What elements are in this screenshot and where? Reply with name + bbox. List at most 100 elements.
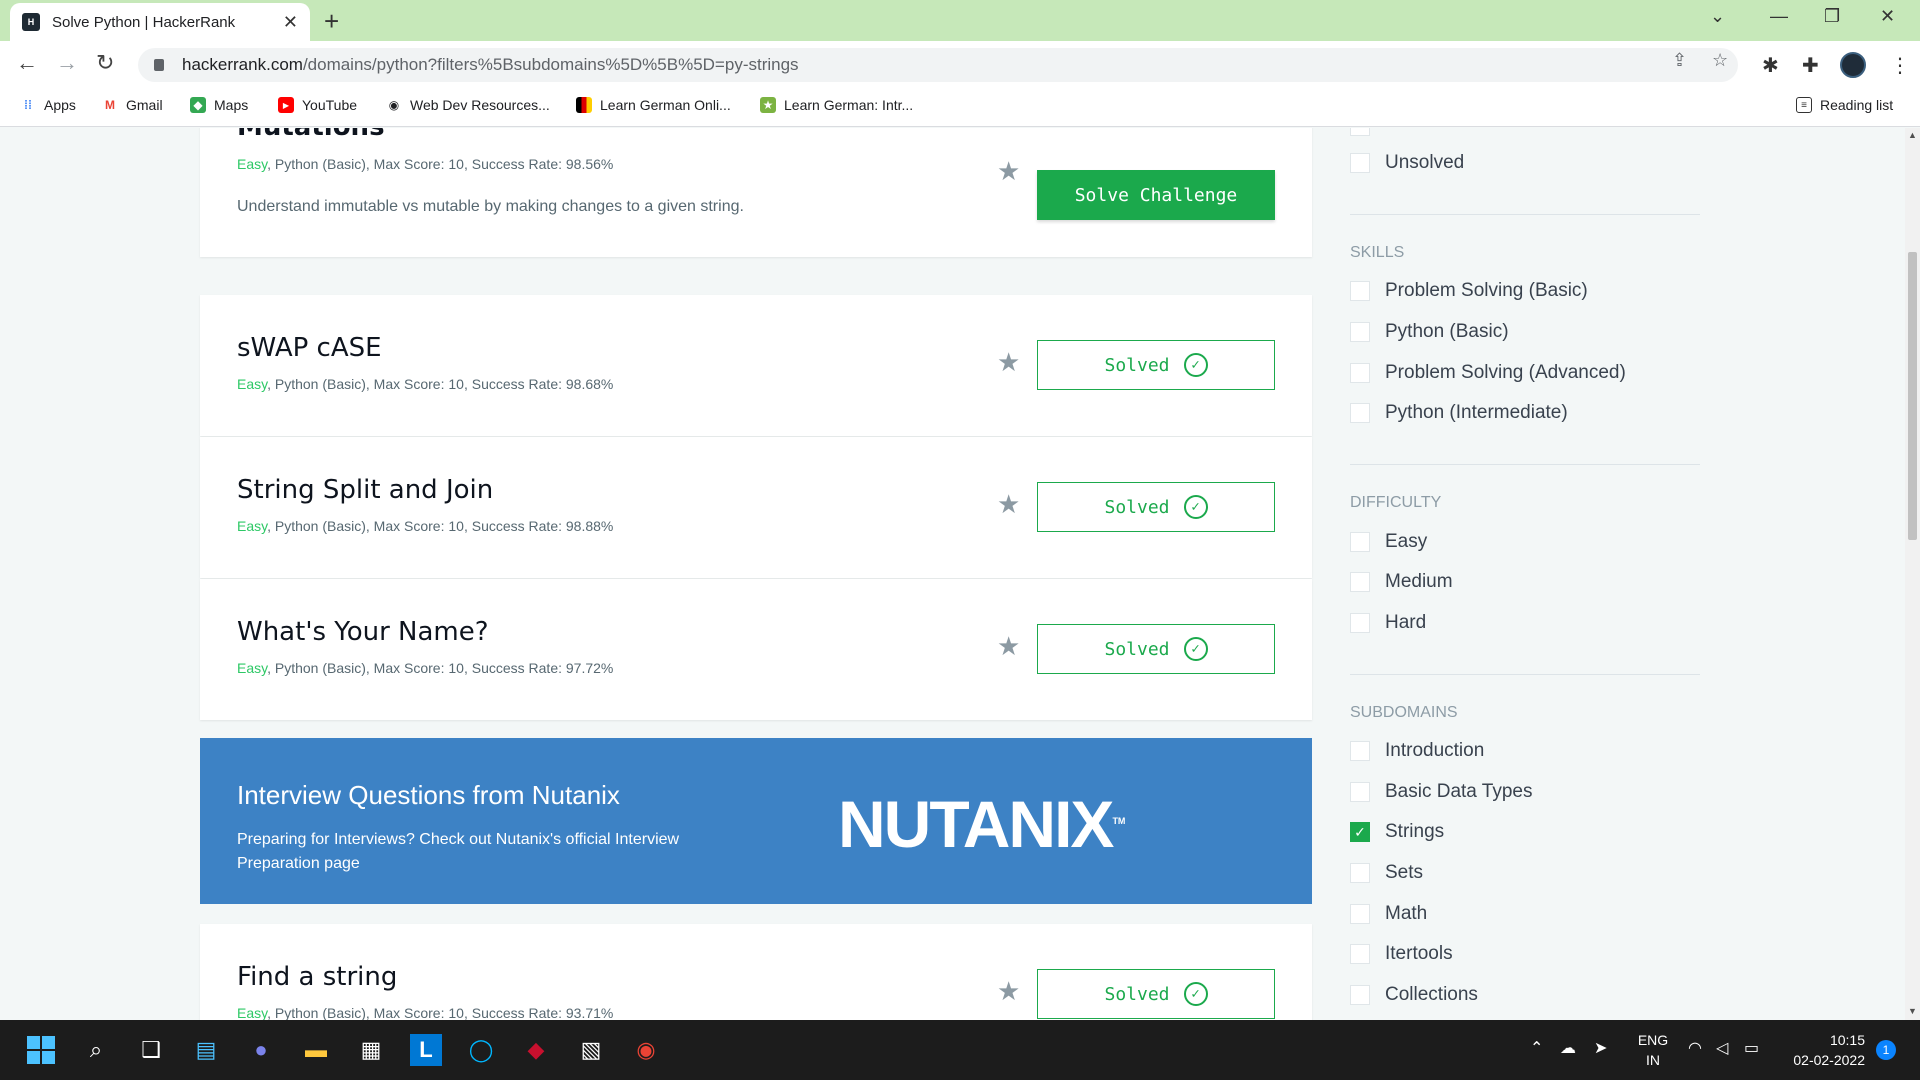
bookmark-maps[interactable]: ◆ Maps — [190, 97, 248, 113]
chrome-menu-icon[interactable]: ⋮ — [1890, 53, 1910, 78]
filter-problem-solving-advanced[interactable]: Problem Solving (Advanced) — [1350, 362, 1626, 384]
checkbox[interactable] — [1350, 363, 1370, 383]
filter-introduction[interactable]: Introduction — [1350, 740, 1484, 762]
bookmark-apps[interactable]: ⁞⁞ Apps — [20, 97, 76, 113]
filter-basic-data-types[interactable]: Basic Data Types — [1350, 781, 1533, 803]
bookmark-star-icon[interactable]: ★ — [997, 489, 1020, 520]
filter-easy[interactable]: Easy — [1350, 531, 1427, 553]
challenge-name[interactable]: Mutations — [237, 128, 385, 142]
back-icon[interactable]: ← — [16, 50, 38, 76]
filter-hard[interactable]: Hard — [1350, 612, 1426, 634]
microsoft-store-icon[interactable]: ▦ — [355, 1034, 387, 1066]
browser-tab[interactable]: H Solve Python | HackerRank ✕ — [10, 3, 310, 41]
cortana-icon[interactable]: ◯ — [465, 1034, 497, 1066]
filter-python-basic[interactable]: Python (Basic) — [1350, 321, 1509, 343]
onedrive-cloud-icon[interactable]: ☁ — [1560, 1038, 1576, 1058]
forward-icon[interactable]: → — [56, 50, 78, 76]
challenge-name[interactable]: What's Your Name? — [237, 617, 489, 647]
bookmark-star-icon[interactable]: ★ — [997, 156, 1020, 187]
widgets-icon[interactable]: ▤ — [190, 1034, 222, 1066]
checkbox[interactable] — [1350, 403, 1370, 423]
filter-strings[interactable]: ✓ Strings — [1350, 821, 1444, 843]
location-arrow-icon[interactable]: ➤ — [1594, 1038, 1607, 1058]
challenge-card[interactable]: String Split and Join Easy, Python (Basi… — [200, 437, 1312, 578]
checkbox[interactable] — [1350, 904, 1370, 924]
filter-itertools[interactable]: Itertools — [1350, 943, 1453, 965]
solve-challenge-button[interactable]: Solve Challenge — [1037, 170, 1275, 220]
search-icon[interactable]: ⌕ — [80, 1034, 112, 1066]
volume-icon[interactable]: ◁ — [1716, 1038, 1728, 1058]
checkbox[interactable] — [1350, 613, 1370, 633]
show-hidden-icons-chevron-icon[interactable]: ⌃ — [1530, 1038, 1543, 1058]
challenge-name[interactable]: sWAP cASE — [237, 333, 382, 363]
solved-button[interactable]: Solved ✓ — [1037, 969, 1275, 1019]
scroll-up-arrow-icon[interactable]: ▲ — [1908, 130, 1917, 140]
filter-math[interactable]: Math — [1350, 903, 1427, 925]
filter-collections[interactable]: Collections — [1350, 984, 1478, 1006]
filter-python-intermediate[interactable]: Python (Intermediate) — [1350, 402, 1568, 424]
checkbox[interactable] — [1350, 572, 1370, 592]
solved-button[interactable]: Solved ✓ — [1037, 624, 1275, 674]
checkbox[interactable] — [1350, 741, 1370, 761]
filter-sets[interactable]: Sets — [1350, 862, 1423, 884]
task-view-icon[interactable]: ❑ — [135, 1034, 167, 1066]
teams-chat-icon[interactable]: ● — [245, 1034, 277, 1066]
challenge-card[interactable]: Mutations Easy, Python (Basic), Max Scor… — [200, 128, 1312, 257]
page-scrollbar[interactable]: ▲ ▼ — [1905, 128, 1920, 1020]
chrome-icon[interactable]: ◉ — [630, 1034, 662, 1066]
windows-start-icon[interactable] — [25, 1034, 57, 1066]
bookmark-star-icon[interactable]: ★ — [997, 347, 1020, 378]
challenge-card[interactable]: sWAP cASE Easy, Python (Basic), Max Scor… — [200, 295, 1312, 436]
reading-list-button[interactable]: ≡ Reading list — [1796, 97, 1893, 113]
tab-search-chevron-icon[interactable]: ⌄ — [1710, 6, 1725, 27]
scrollbar-thumb[interactable] — [1908, 252, 1917, 540]
new-tab-icon[interactable]: + — [324, 6, 339, 37]
bookmark-star-icon[interactable]: ★ — [997, 976, 1020, 1007]
bookmark-star-icon[interactable]: ★ — [997, 631, 1020, 662]
checkbox[interactable] — [1350, 944, 1370, 964]
bookmark-youtube[interactable]: ▶ YouTube — [278, 97, 357, 113]
challenge-name[interactable]: String Split and Join — [237, 475, 493, 505]
nutanix-promo-banner[interactable]: Interview Questions from Nutanix Prepari… — [200, 738, 1312, 904]
extensions-puzzle-icon[interactable]: ✚ — [1802, 53, 1819, 78]
checkbox[interactable] — [1350, 532, 1370, 552]
mcafee-icon[interactable]: ◆ — [520, 1034, 552, 1066]
solved-button[interactable]: Solved ✓ — [1037, 340, 1275, 390]
minimize-icon[interactable]: — — [1770, 6, 1788, 27]
solved-button[interactable]: Solved ✓ — [1037, 482, 1275, 532]
document-app-icon[interactable]: ▧ — [575, 1034, 607, 1066]
checkbox[interactable] — [1350, 863, 1370, 883]
reload-icon[interactable]: ↻ — [96, 50, 114, 76]
system-clock[interactable]: 10:15 02-02-2022 — [1785, 1030, 1865, 1070]
bookmark-web-dev[interactable]: ◉ Web Dev Resources... — [386, 97, 550, 113]
scroll-down-arrow-icon[interactable]: ▼ — [1908, 1006, 1917, 1016]
restore-icon[interactable]: ❐ — [1824, 6, 1840, 27]
bookmark-star-icon[interactable]: ☆ — [1712, 50, 1728, 71]
notification-badge[interactable]: 1 — [1876, 1040, 1896, 1060]
filter-partial-row[interactable] — [1350, 128, 1385, 136]
checkbox[interactable] — [1350, 322, 1370, 342]
app-l-icon[interactable]: L — [410, 1034, 442, 1066]
checkbox[interactable] — [1350, 128, 1370, 136]
wifi-icon[interactable]: ◠ — [1688, 1038, 1702, 1058]
bookmark-learn-german-online[interactable]: Learn German Onli... — [576, 97, 731, 113]
checkbox[interactable] — [1350, 281, 1370, 301]
filter-problem-solving-basic[interactable]: Problem Solving (Basic) — [1350, 280, 1588, 302]
window-close-icon[interactable]: ✕ — [1880, 6, 1895, 27]
challenge-card[interactable]: Find a string Easy, Python (Basic), Max … — [200, 924, 1312, 1020]
battery-icon[interactable]: ▭ — [1744, 1038, 1759, 1058]
bookmark-learn-german-intro[interactable]: ★ Learn German: Intr... — [760, 97, 913, 113]
checkbox[interactable] — [1350, 153, 1370, 173]
checkbox[interactable] — [1350, 985, 1370, 1005]
checkbox-checked[interactable]: ✓ — [1350, 822, 1370, 842]
address-bar[interactable]: hackerrank.com/domains/python?filters%5B… — [138, 48, 1738, 82]
challenge-card[interactable]: What's Your Name? Easy, Python (Basic), … — [200, 579, 1312, 720]
checkbox[interactable] — [1350, 782, 1370, 802]
file-explorer-icon[interactable]: ▬ — [300, 1034, 332, 1066]
filter-unsolved[interactable]: Unsolved — [1350, 152, 1464, 174]
challenge-name[interactable]: Find a string — [237, 962, 397, 992]
language-indicator[interactable]: ENG IN — [1636, 1030, 1670, 1070]
tab-close-icon[interactable]: ✕ — [283, 12, 298, 33]
profile-avatar[interactable] — [1840, 52, 1866, 78]
bookmark-gmail[interactable]: M Gmail — [102, 97, 163, 113]
